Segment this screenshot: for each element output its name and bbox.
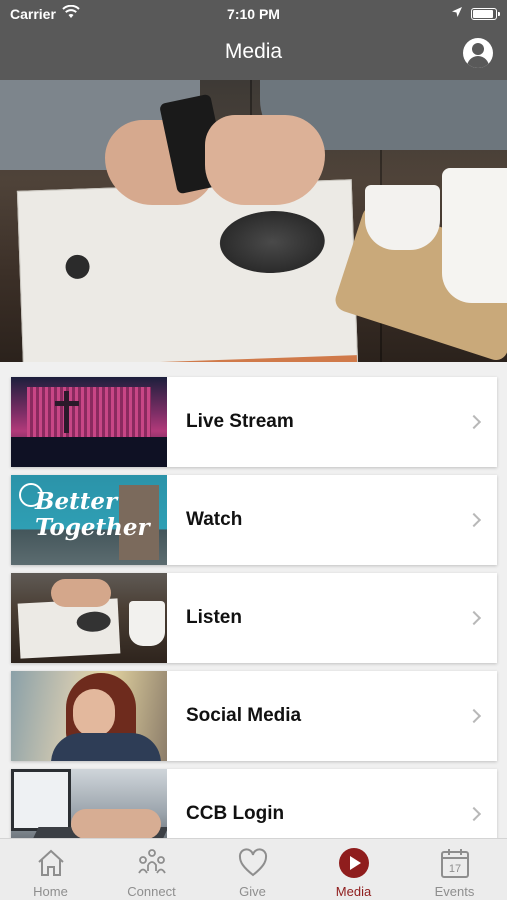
- tab-bar: Home Connect Give Media 17 Events: [0, 838, 507, 900]
- tab-label: Connect: [127, 884, 176, 899]
- thumb-text: Together: [35, 514, 150, 541]
- media-item-label: Watch: [186, 509, 243, 530]
- calendar-day: 17: [449, 863, 461, 875]
- media-item-listen[interactable]: Listen: [11, 573, 497, 663]
- tab-label: Give: [239, 884, 266, 899]
- tab-label: Home: [33, 884, 68, 899]
- chevron-right-icon: [466, 512, 482, 528]
- media-item-social-media[interactable]: Social Media: [11, 671, 497, 761]
- clock: 7:10 PM: [227, 6, 280, 22]
- location-arrow-icon: [452, 7, 462, 17]
- tab-media[interactable]: Media: [303, 839, 404, 900]
- chevron-right-icon: [466, 708, 482, 724]
- coffee-magazine-thumbnail: [11, 573, 167, 663]
- tab-events[interactable]: 17 Events: [404, 839, 505, 900]
- better-together-sign-thumbnail: Better Together: [11, 475, 167, 565]
- chevron-right-icon: [466, 610, 482, 626]
- chevron-right-icon: [466, 414, 482, 430]
- media-item-label: Listen: [186, 607, 242, 628]
- calendar-icon: 17: [441, 849, 469, 878]
- people-icon: [138, 849, 166, 874]
- navigation-bar: Media: [0, 28, 507, 80]
- chevron-right-icon: [466, 806, 482, 822]
- media-item-watch[interactable]: Better Together Watch: [11, 475, 497, 565]
- tab-label: Media: [335, 884, 372, 899]
- tab-label: Events: [434, 884, 475, 899]
- page-title: Media: [224, 40, 283, 63]
- media-item-label: Social Media: [186, 705, 302, 726]
- hero-image: [0, 80, 507, 362]
- tab-home[interactable]: Home: [0, 839, 101, 900]
- user-profile-icon[interactable]: [463, 38, 493, 68]
- battery-icon: [471, 8, 500, 20]
- media-item-live-stream[interactable]: Live Stream: [11, 377, 497, 467]
- status-bar: Carrier 7:10 PM: [0, 0, 507, 28]
- woman-with-phone-thumbnail: [11, 671, 167, 761]
- stage-worship-thumbnail: [11, 377, 167, 467]
- house-icon: [38, 849, 64, 876]
- media-item-label: Live Stream: [186, 411, 294, 432]
- media-item-label: CCB Login: [186, 803, 285, 824]
- tab-give[interactable]: Give: [202, 839, 303, 900]
- tab-connect[interactable]: Connect: [101, 839, 202, 900]
- play-icon: [339, 848, 369, 878]
- thumb-text: Better: [35, 488, 118, 515]
- heart-icon: [238, 848, 268, 877]
